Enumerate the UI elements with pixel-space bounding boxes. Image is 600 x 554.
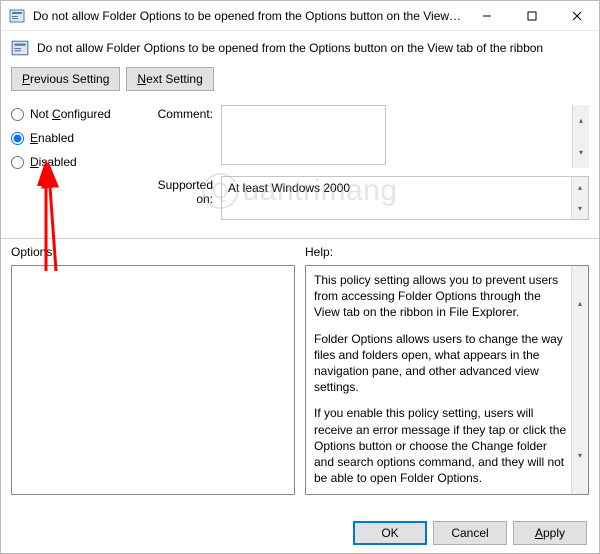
radio-disabled[interactable]: Disabled: [11, 155, 131, 169]
policy-icon: [11, 39, 29, 57]
scroll-up-icon[interactable]: ▴: [572, 177, 588, 198]
maximize-button[interactable]: [509, 1, 554, 31]
scroll-down-icon[interactable]: ▾: [573, 137, 589, 169]
scroll-up-icon[interactable]: ▴: [573, 105, 589, 137]
scroll-down-icon[interactable]: ▾: [572, 198, 588, 219]
cancel-button[interactable]: Cancel: [433, 521, 507, 545]
next-setting-button[interactable]: Next Setting: [126, 67, 213, 91]
titlebar: Do not allow Folder Options to be opened…: [1, 1, 599, 31]
divider: [1, 238, 599, 239]
apply-button[interactable]: Apply: [513, 521, 587, 545]
supported-on-value: At least Windows 2000: [228, 181, 350, 195]
supported-on-box: At least Windows 2000 ▴ ▾: [221, 176, 589, 220]
help-pane: This policy setting allows you to preven…: [305, 265, 589, 495]
ok-button[interactable]: OK: [353, 521, 427, 545]
state-radio-group: Not Configured Enabled Disabled: [11, 105, 131, 228]
comment-scrollbar[interactable]: ▴ ▾: [572, 105, 589, 168]
supported-scrollbar[interactable]: ▴ ▾: [571, 177, 588, 219]
minimize-button[interactable]: [464, 1, 509, 31]
scroll-down-icon[interactable]: ▾: [572, 418, 588, 494]
help-paragraph: This policy setting allows you to preven…: [314, 272, 568, 321]
help-label: Help:: [305, 245, 589, 259]
radio-enabled[interactable]: Enabled: [11, 131, 131, 145]
supported-label: Supported on:: [141, 176, 221, 220]
header-title: Do not allow Folder Options to be opened…: [37, 41, 543, 55]
comment-label: Comment:: [141, 105, 221, 168]
header-row: Do not allow Folder Options to be opened…: [11, 39, 589, 57]
previous-setting-button[interactable]: Previous Setting: [11, 67, 120, 91]
options-label: Options:: [11, 245, 295, 259]
dialog-footer: OK Cancel Apply: [353, 521, 587, 545]
options-pane: [11, 265, 295, 495]
scroll-up-icon[interactable]: ▴: [572, 266, 588, 342]
help-paragraph: If you enable this policy setting, users…: [314, 405, 568, 486]
radio-not-configured[interactable]: Not Configured: [11, 107, 131, 121]
policy-icon: [9, 8, 25, 24]
help-paragraph: Folder Options allows users to change th…: [314, 331, 568, 396]
window-title: Do not allow Folder Options to be opened…: [33, 9, 464, 23]
close-button[interactable]: [554, 1, 599, 31]
help-scrollbar[interactable]: ▴ ▾: [571, 266, 588, 494]
comment-input[interactable]: [221, 105, 386, 165]
